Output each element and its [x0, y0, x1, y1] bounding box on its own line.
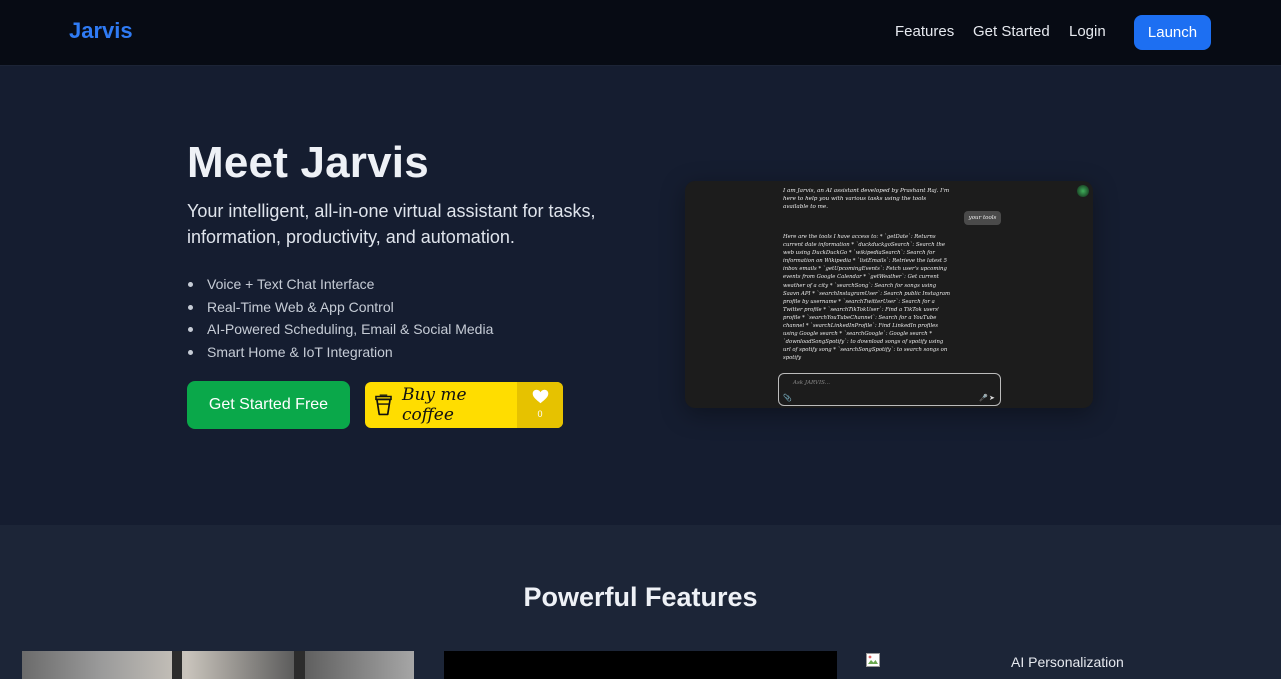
hero-section: Meet Jarvis Your intelligent, all-in-one… [0, 66, 1281, 525]
nav-link-get-started[interactable]: Get Started [973, 23, 1050, 40]
coffee-label-area: Buy me coffee [365, 382, 517, 428]
chat-preview-screenshot: I am Jarvis, an AI assistant developed b… [685, 181, 1093, 408]
top-navbar: Jarvis Features Get Started Login Launch [0, 0, 1281, 66]
nav-link-features[interactable]: Features [895, 23, 954, 40]
coffee-count: 0 [537, 409, 543, 419]
coffee-counter: 0 [517, 382, 563, 428]
bullet-item: AI-Powered Scheduling, Email & Social Me… [187, 318, 493, 341]
feature-card-video [444, 651, 837, 679]
features-title: Powerful Features [523, 582, 758, 612]
image-divider [172, 651, 182, 679]
preview-input-placeholder: Ask JARVIS... [793, 380, 830, 386]
bullet-item: Smart Home & IoT Integration [187, 341, 493, 364]
hero-title: Meet Jarvis [187, 138, 429, 187]
features-section: Powerful Features AI Personalization [0, 525, 1281, 679]
get-started-free-button[interactable]: Get Started Free [187, 381, 350, 429]
send-icon: ➤ [989, 395, 995, 402]
bullet-item: Real-Time Web & App Control [187, 296, 493, 319]
paperclip-icon: 📎 [783, 395, 792, 402]
bullet-item: Voice + Text Chat Interface [187, 273, 493, 296]
preview-chat-input: Ask JARVIS... 📎 🎤 ➤ [778, 373, 1001, 406]
brand-logo-text[interactable]: Jarvis [69, 18, 133, 44]
broken-image-icon [866, 653, 880, 667]
feature-bullet-list: Voice + Text Chat Interface Real-Time We… [187, 273, 493, 363]
nav-link-login[interactable]: Login [1069, 23, 1106, 40]
launch-button[interactable]: Launch [1134, 15, 1211, 50]
preview-assistant-tools-reply: Here are the tools I have access to: * `… [783, 234, 951, 362]
feature-card-ai-personalization: AI Personalization [866, 651, 1258, 679]
preview-user-message: your tools [964, 211, 1001, 225]
coffee-cup-icon [375, 394, 392, 416]
coffee-label: Buy me coffee [401, 385, 467, 425]
heart-icon [532, 389, 549, 404]
preview-assistant-intro: I am Jarvis, an AI assistant developed b… [783, 188, 950, 210]
buy-me-coffee-button[interactable]: Buy me coffee 0 [365, 382, 563, 428]
microphone-icon: 🎤 [979, 395, 988, 402]
hero-subtitle: Your intelligent, all-in-one virtual ass… [187, 201, 596, 247]
feature-card-image [22, 651, 414, 679]
feature-image-alt-text: AI Personalization [1011, 654, 1124, 670]
jarvis-logo-icon [1077, 185, 1089, 197]
image-divider [294, 651, 305, 679]
